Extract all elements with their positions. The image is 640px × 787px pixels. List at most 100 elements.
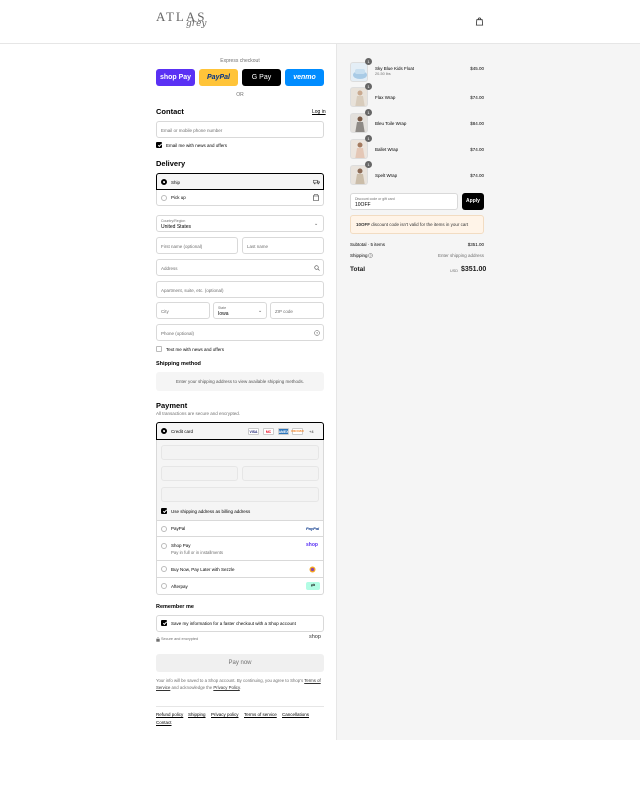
legal-prefix: Your info will be saved to a Shop accoun… <box>156 678 304 683</box>
google-pay-button[interactable]: G Pay <box>242 69 281 86</box>
pickup-option[interactable]: Pick up <box>156 190 324 206</box>
quantity-badge: 1 <box>365 109 372 116</box>
privacy-link[interactable]: Privacy Policy <box>213 685 239 690</box>
email-news-checkbox[interactable] <box>156 142 162 148</box>
zip-placeholder: ZIP code <box>275 309 293 314</box>
item-name: Spelt Wrap <box>375 173 398 178</box>
item-price: $74.00 <box>470 147 484 152</box>
apply-button[interactable]: Apply <box>462 193 484 210</box>
afterpay-option[interactable]: Afterpay ⇄ <box>156 578 324 595</box>
secure-label: Secure and encrypted <box>161 637 199 641</box>
venmo-button[interactable]: venmo <box>285 69 324 86</box>
city-placeholder: City <box>161 309 169 314</box>
first-name-placeholder: First name (optional) <box>161 244 203 249</box>
expiration-field[interactable] <box>161 466 238 481</box>
item-price: $84.00 <box>470 121 484 126</box>
express-checkout-label: Express checkout <box>220 58 260 64</box>
city-field[interactable]: City <box>156 302 210 319</box>
zip-field[interactable]: ZIP code <box>270 302 324 319</box>
lock-icon <box>156 637 160 642</box>
paypal-button[interactable]: PayPal <box>199 69 238 86</box>
help-icon[interactable]: ? <box>368 253 373 258</box>
state-select[interactable]: State Iowa ⌄ <box>213 302 267 319</box>
discount-error-code: 10OFF <box>356 222 371 227</box>
product-thumbnail <box>350 62 368 82</box>
login-link[interactable]: Log in <box>312 109 326 115</box>
discover-icon: DISCOVER <box>291 428 304 435</box>
product-thumbnail <box>350 87 368 107</box>
shop-pay-sublabel: Pay in full or in installments <box>171 550 224 555</box>
footer-divider <box>156 706 324 707</box>
payment-subtitle: All transactions are secure and encrypte… <box>156 411 241 416</box>
paypal-option[interactable]: PayPal PayPal <box>156 521 324 537</box>
sezzle-option[interactable]: Buy Now, Pay Later with Sezzle <box>156 561 324 578</box>
text-news-checkbox[interactable] <box>156 346 162 352</box>
paypal-label: PayPal <box>171 526 186 531</box>
quantity-badge: 1 <box>365 161 372 168</box>
shopping-bag-icon[interactable] <box>475 17 484 26</box>
email-news-label: Email me with news and offers <box>166 143 227 148</box>
mastercard-icon: MC <box>263 428 274 435</box>
more-brands-count: +4 <box>309 429 314 434</box>
apartment-field[interactable]: Apartment, suite, etc. (optional) <box>156 281 324 298</box>
shipping-policy-link[interactable]: Shipping <box>188 712 206 717</box>
shop-pay-option[interactable]: Shop Pay Pay in full or in installments … <box>156 537 324 561</box>
terms-of-service-link[interactable]: Terms of service <box>244 712 277 717</box>
shipping-method-info: Enter your shipping address to view avai… <box>156 372 324 391</box>
legal-suffix: . <box>239 685 241 690</box>
discount-code-value: 10OFF <box>355 202 371 208</box>
discount-code-field[interactable]: Discount code or gift card 10OFF <box>350 193 458 210</box>
delivery-heading: Delivery <box>156 159 186 168</box>
legal-and: and acknowledge the <box>170 685 214 690</box>
refund-policy-link[interactable]: Refund policy <box>156 712 183 717</box>
subtotal-value: $351.00 <box>467 242 484 247</box>
address-field[interactable]: Address <box>156 259 324 276</box>
ship-radio[interactable] <box>161 179 167 185</box>
address-placeholder: Address <box>161 266 178 271</box>
item-name: Ballet Wrap <box>375 147 399 152</box>
shipping-value: Enter shipping address <box>437 253 484 258</box>
credit-card-label: Credit card <box>171 429 194 434</box>
shop-pay-logo: shop <box>306 542 318 548</box>
credit-card-radio[interactable] <box>161 428 167 434</box>
privacy-policy-link[interactable]: Privacy policy <box>211 712 239 717</box>
discount-error-banner: 10OFF discount code isn't valid for the … <box>350 215 484 234</box>
billing-same-checkbox[interactable] <box>161 508 167 514</box>
sezzle-label: Buy Now, Pay Later with Sezzle <box>171 567 235 572</box>
float-image <box>353 69 367 79</box>
card-number-field[interactable] <box>161 445 319 460</box>
afterpay-label: Afterpay <box>171 584 188 589</box>
shop-pay-button[interactable]: shop Pay <box>156 69 195 86</box>
pickup-radio[interactable] <box>161 195 167 201</box>
country-label: Country/Region <box>161 219 186 223</box>
name-on-card-field[interactable] <box>161 487 319 502</box>
paypal-radio[interactable] <box>161 526 167 532</box>
item-price: $74.00 <box>470 95 484 100</box>
currency-code: USD <box>450 269 459 273</box>
billing-same-label: Use shipping address as billing address <box>171 509 251 514</box>
country-select[interactable]: Country/Region United States ⌄ <box>156 215 324 232</box>
cancellations-link[interactable]: Cancellations <box>282 712 309 717</box>
phone-field[interactable]: Phone (optional) ? <box>156 324 324 341</box>
help-icon[interactable]: ? <box>314 330 320 336</box>
contact-heading: Contact <box>156 107 184 116</box>
truck-icon <box>313 179 320 185</box>
ship-option[interactable]: Ship <box>156 173 324 190</box>
first-name-field[interactable]: First name (optional) <box>156 237 238 254</box>
afterpay-radio[interactable] <box>161 583 167 589</box>
pay-now-button[interactable]: Pay now <box>156 654 324 672</box>
contact-link[interactable]: Contact <box>156 720 172 725</box>
shop-pay-radio[interactable] <box>161 543 167 549</box>
shipping-method-heading: Shipping method <box>156 361 201 367</box>
last-name-field[interactable]: Last name <box>242 237 324 254</box>
save-info-checkbox[interactable] <box>161 620 167 626</box>
email-field[interactable]: Email or mobile phone number <box>156 121 324 138</box>
product-thumbnail <box>350 113 368 133</box>
or-divider: OR <box>236 92 244 98</box>
security-code-field[interactable] <box>242 466 319 481</box>
sezzle-radio[interactable] <box>161 566 167 572</box>
shop-pay-label: Shop Pay <box>171 543 191 548</box>
search-icon <box>314 265 320 271</box>
afterpay-icon: ⇄ <box>306 582 320 590</box>
phone-placeholder: Phone (optional) <box>161 331 195 336</box>
